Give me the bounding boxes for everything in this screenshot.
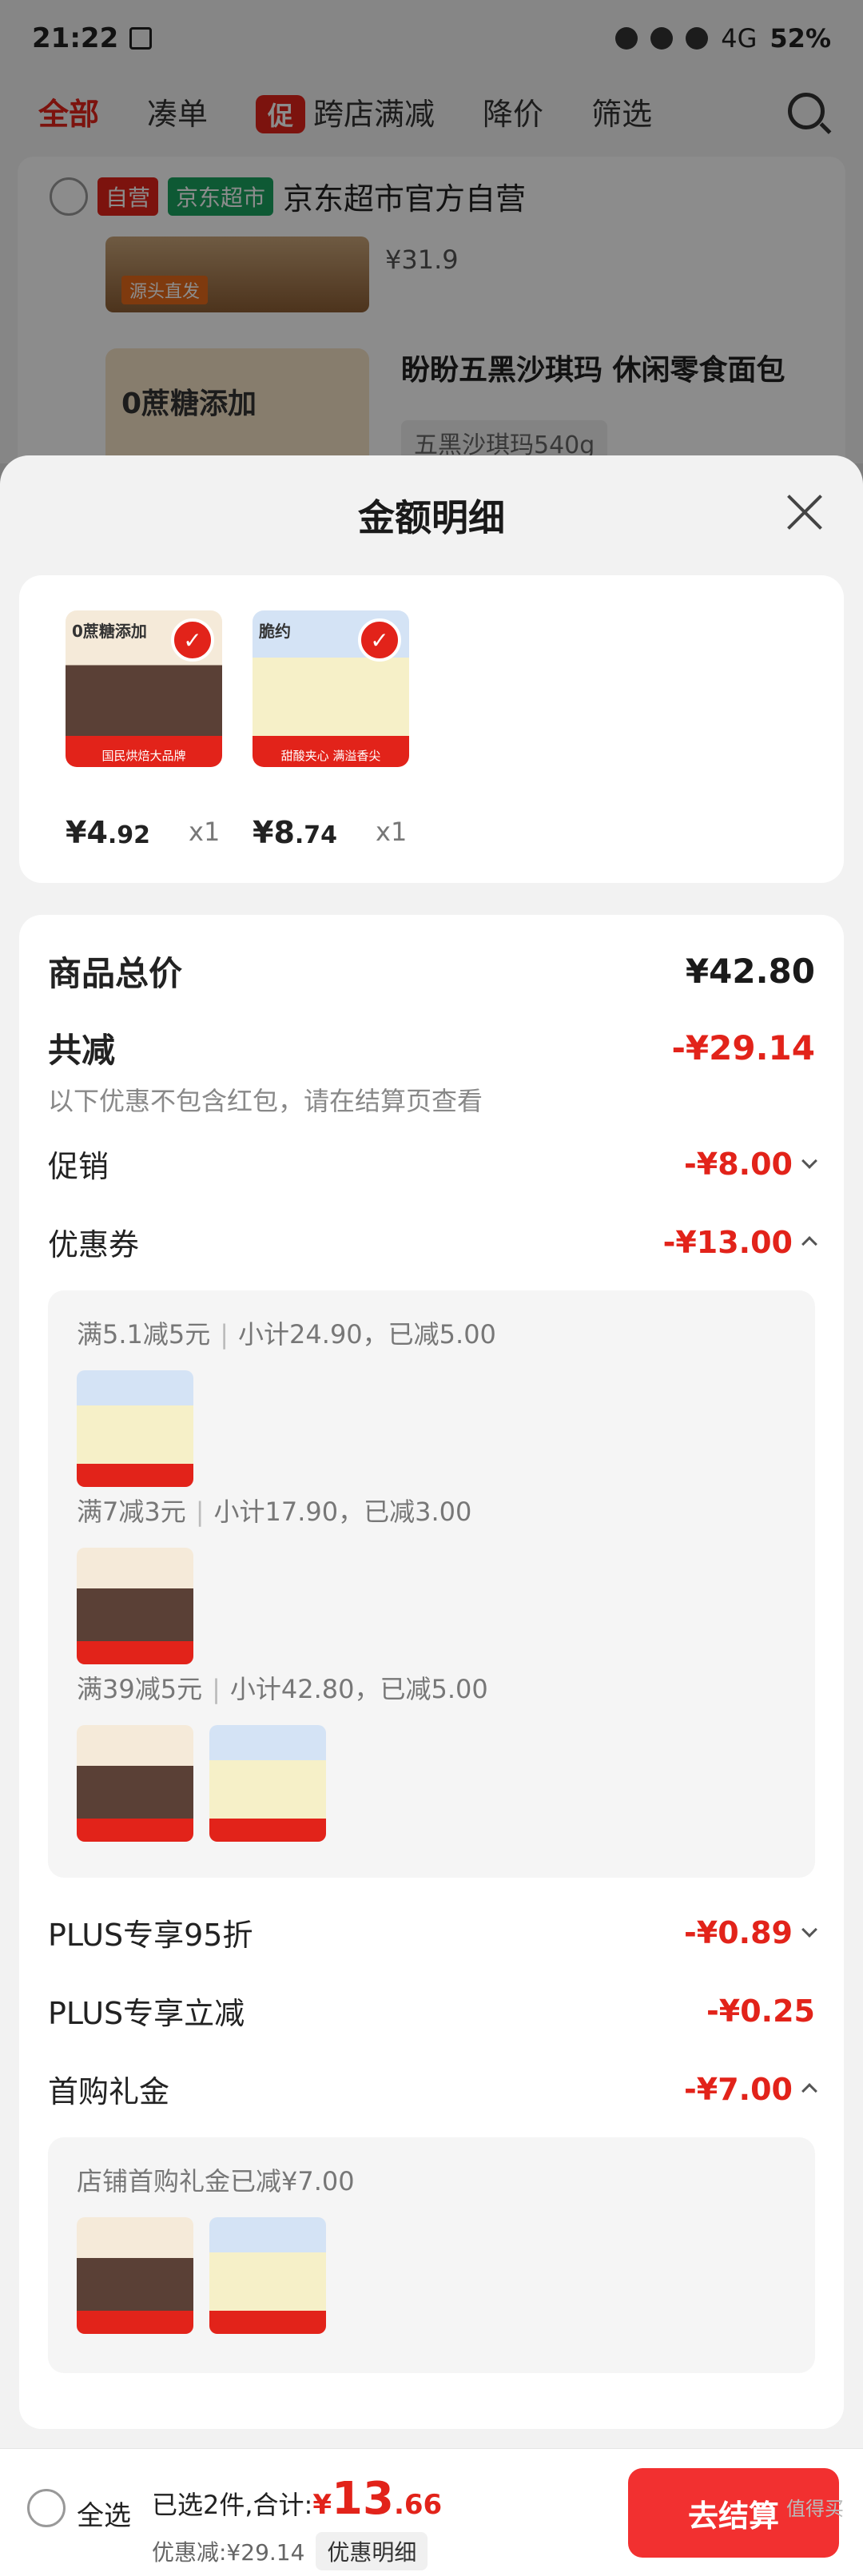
item-image: 脆约 ✓ 甜酸夹心 满溢香尖 — [253, 610, 409, 767]
chevron-down-icon — [801, 1152, 817, 1169]
coupon-item-thumbnail — [77, 1548, 193, 1664]
close-icon[interactable] — [785, 492, 825, 532]
check-icon: ✓ — [358, 618, 401, 662]
total-amount: 13 — [332, 2473, 394, 2525]
item-image-text: 0蔗糖添加 — [72, 622, 147, 641]
discount-detail-button[interactable]: 优惠明细 — [316, 2532, 428, 2570]
total-currency: ¥ — [312, 2489, 332, 2521]
coupon-item-thumbnail — [77, 1370, 193, 1487]
item-image: 0蔗糖添加 ✓ 国民烘焙大品牌 — [66, 610, 222, 767]
first-gift-detail-box: 店铺首购礼金已减¥7.00 — [48, 2137, 815, 2373]
total-price-label: 商品总价 — [48, 954, 183, 993]
plus-cut-label: PLUS专享立减 — [48, 1996, 245, 2031]
price-breakdown-card: 商品总价 ¥42.80 共减 -¥29.14 以下优惠不包含红包，请在结算页查看… — [19, 915, 844, 2429]
item-quantity: x1 — [376, 817, 408, 847]
plus-cut-row: PLUS专享立减 -¥0.25 — [48, 1989, 815, 2033]
item-image-footer: 国民烘焙大品牌 — [101, 749, 186, 763]
chevron-down-icon — [801, 1921, 817, 1938]
discount-total-value: -¥29.14 — [671, 1028, 815, 1067]
coupon-rule: 满39减5元 | 小计42.80，已减5.00 — [77, 1674, 488, 1704]
gift-item-thumbnail — [77, 2217, 193, 2334]
total-price-value: ¥42.80 — [685, 952, 815, 991]
first-gift-row[interactable]: 首购礼金 -¥7.00 — [48, 2067, 817, 2111]
coupon-value: -¥13.00 — [662, 1224, 793, 1260]
total-decimal: .66 — [393, 2489, 443, 2521]
discount-note: 以下优惠不包含红包，请在结算页查看 — [48, 1086, 483, 1116]
gift-item-thumbnail — [209, 2217, 326, 2334]
watermark: 值得买 — [786, 2498, 844, 2520]
plus-95-value: -¥0.89 — [684, 1914, 793, 1950]
plus-95-row[interactable]: PLUS专享95折 -¥0.89 — [48, 1910, 817, 1954]
first-gift-label: 首购礼金 — [48, 2074, 170, 2109]
selected-items-card: 0蔗糖添加 ✓ 国民烘焙大品牌 ¥4.92 x1 脆约 ✓ 甜酸夹心 满溢香尖 … — [19, 575, 844, 883]
select-all-radio[interactable] — [27, 2489, 66, 2527]
first-gift-note: 店铺首购礼金已减¥7.00 — [77, 2166, 355, 2196]
item-price: ¥4.92 — [66, 815, 151, 850]
promo-label: 促销 — [48, 1149, 109, 1184]
check-icon: ✓ — [171, 618, 214, 662]
amount-detail-sheet: 金额明细 0蔗糖添加 ✓ 国民烘焙大品牌 ¥4.92 x1 脆约 ✓ 甜酸夹心 … — [0, 455, 863, 2449]
plus-cut-value: -¥0.25 — [706, 1993, 815, 2029]
coupon-rule: 满7减3元 | 小计17.90，已减3.00 — [77, 1497, 472, 1527]
selected-item[interactable]: 0蔗糖添加 ✓ 国民烘焙大品牌 ¥4.92 x1 — [66, 610, 225, 850]
discount-summary: 优惠减:¥29.14 优惠明细 — [152, 2532, 428, 2570]
coupon-detail-box: 满5.1减5元 | 小计24.90，已减5.00 满7减3元 | 小计17.90，已减3… — [48, 1290, 815, 1878]
promo-value: -¥8.00 — [684, 1146, 793, 1182]
item-image-text: 脆约 — [259, 622, 291, 641]
coupon-item-thumbnail — [77, 1725, 193, 1842]
discount-amount: 优惠减:¥29.14 — [152, 2539, 305, 2566]
promo-row[interactable]: 促销 -¥8.00 — [48, 1142, 817, 1186]
checkout-bar: 全选 已选2件,合计: ¥ 13 .66 优惠减:¥29.14 优惠明细 去结算 — [0, 2448, 863, 2576]
select-all-label[interactable]: 全选 — [77, 2494, 131, 2533]
modal-overlay[interactable] — [0, 0, 863, 463]
discount-total-row: 共减 -¥29.14 — [48, 1024, 815, 1072]
selected-count: 已选2件,合计: — [152, 2490, 313, 2520]
coupon-item-thumbnail — [209, 1725, 326, 1842]
total-summary: 已选2件,合计: ¥ 13 .66 — [152, 2473, 442, 2525]
coupon-rule: 满5.1减5元 | 小计24.90，已减5.00 — [77, 1319, 496, 1350]
discount-total-label: 共减 — [48, 1031, 116, 1070]
item-quantity: x1 — [189, 817, 221, 847]
coupon-row[interactable]: 优惠券 -¥13.00 — [48, 1220, 817, 1264]
plus-95-label: PLUS专享95折 — [48, 1918, 253, 1953]
item-image-footer: 甜酸夹心 满溢香尖 — [280, 749, 381, 763]
coupon-label: 优惠券 — [48, 1227, 140, 1262]
sheet-title: 金额明细 — [358, 496, 505, 539]
chevron-up-icon — [801, 1235, 817, 1252]
first-gift-value: -¥7.00 — [684, 2071, 793, 2107]
total-price-row: 商品总价 ¥42.80 — [48, 947, 815, 996]
selected-item[interactable]: 脆约 ✓ 甜酸夹心 满溢香尖 ¥8.74 x1 — [253, 610, 412, 850]
item-price: ¥8.74 — [253, 815, 338, 850]
chevron-up-icon — [801, 2082, 817, 2099]
